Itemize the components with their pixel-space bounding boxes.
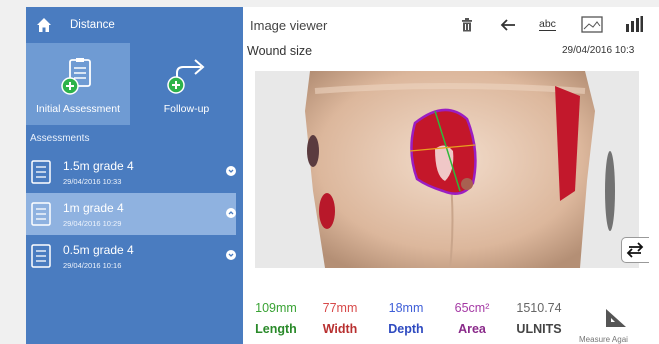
assessment-item[interactable]: 0.5m grade 4 29/04/2016 10:16 xyxy=(26,235,243,277)
measure-again-label: Measure Agai xyxy=(579,335,628,344)
area-value: 65cm² xyxy=(454,301,490,315)
ruler-icon xyxy=(606,309,626,327)
sidebar-title: Distance xyxy=(70,19,115,31)
metric-area: 65cm² Area xyxy=(446,301,498,336)
assessment-title: 1m grade 4 xyxy=(63,200,124,215)
depth-label: Depth xyxy=(388,322,424,336)
assessment-date: 29/04/2016 10:29 xyxy=(63,218,122,228)
sidebar: Distance Initial Assessment Follow-up As… xyxy=(26,7,243,344)
image-viewer: Image viewer abc Wound size 29/04/2016 1… xyxy=(243,7,659,344)
assessment-item[interactable]: 1.5m grade 4 29/04/2016 10:33 xyxy=(26,151,243,193)
width-label: Width xyxy=(322,322,358,336)
width-value: 77mm xyxy=(322,301,358,315)
area-label: Area xyxy=(458,322,486,336)
clipboard-icon xyxy=(31,160,51,184)
metric-depth: 18mm Depth xyxy=(380,301,432,336)
metric-width: 77mm Width xyxy=(315,301,365,336)
chevron-down-icon[interactable] xyxy=(226,166,236,176)
wound-size-title: Wound size xyxy=(247,44,313,58)
capture-date: 29/04/2016 10:3 xyxy=(562,45,635,56)
abc-label-icon[interactable]: abc xyxy=(539,18,556,31)
assessment-title: 1.5m grade 4 xyxy=(63,158,134,173)
initial-assessment-button[interactable]: Initial Assessment xyxy=(26,43,130,125)
image-icon[interactable] xyxy=(581,16,603,34)
length-value: 109mm xyxy=(255,301,297,315)
measure-again-button[interactable]: Measure Agai xyxy=(579,302,659,344)
sidebar-header: Distance xyxy=(26,7,243,43)
chevron-up-icon[interactable] xyxy=(226,208,236,218)
wound-photo[interactable] xyxy=(255,71,639,268)
assessment-date: 29/04/2016 10:33 xyxy=(63,176,122,186)
metric-length: 109mm Length xyxy=(250,301,302,336)
follow-up-label: Follow-up xyxy=(163,103,210,115)
assessment-date: 29/04/2016 10:16 xyxy=(63,260,122,270)
assessments-heading: Assessments xyxy=(30,133,90,144)
follow-up-button[interactable]: Follow-up xyxy=(130,43,243,125)
viewer-title: Image viewer xyxy=(250,17,328,33)
bar-chart-icon[interactable] xyxy=(625,16,643,32)
assessment-title: 0.5m grade 4 xyxy=(63,242,134,257)
trash-icon[interactable] xyxy=(461,17,473,32)
swap-icon[interactable] xyxy=(621,237,649,263)
viewer-toolbar: Image viewer abc xyxy=(243,7,659,43)
chevron-down-icon[interactable] xyxy=(226,250,236,260)
home-icon[interactable] xyxy=(36,17,52,33)
assessment-item[interactable]: 1m grade 4 29/04/2016 10:29 xyxy=(26,193,236,235)
units-label: ULNITS xyxy=(516,322,562,336)
units-value: 1510.74 xyxy=(516,301,562,315)
follow-up-icon xyxy=(166,59,205,94)
initial-assessment-label: Initial Assessment xyxy=(35,103,121,115)
back-arrow-icon[interactable] xyxy=(500,19,516,31)
clipboard-icon xyxy=(31,244,51,268)
depth-value: 18mm xyxy=(388,301,424,315)
metric-units: 1510.74 ULNITS xyxy=(508,301,570,336)
clipboard-icon xyxy=(31,202,51,226)
add-assessment-icon xyxy=(61,58,91,95)
length-label: Length xyxy=(255,322,297,336)
